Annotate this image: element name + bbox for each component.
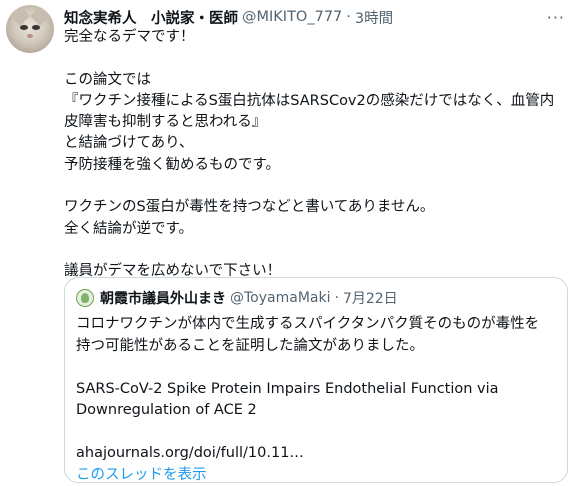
quoted-author-avatar (76, 289, 94, 307)
quoted-line: Downregulation of ACE 2 (76, 402, 257, 418)
separator-dot: · (346, 9, 351, 25)
quoted-tweet[interactable]: 朝霞市議員外山まき @ToyamaMaki · 7月22日 コロナワクチンが体内… (64, 277, 568, 483)
avatar-nose (27, 34, 33, 38)
tweet-line: ワクチンのS蛋白が毒性を持つなどと書いてありません。 (64, 199, 435, 216)
tweet-line: この論文では (64, 71, 151, 88)
tweet-line: 皮障害も抑制すると思われる』 (64, 114, 267, 131)
quoted-tweet-header: 朝霞市議員外山まき @ToyamaMaki · 7月22日 (76, 288, 398, 308)
tweet-line (64, 240, 574, 261)
tweet-line: 予防接種を強く勧めるものです。 (64, 156, 281, 173)
tweet-line (64, 48, 574, 69)
quoted-line: 持つ可能性があることを証明した論文がありました。 (76, 337, 424, 354)
avatar-eye-left (20, 25, 28, 30)
quoted-line: SARS-CoV-2 Spike Protein Impairs Endothe… (76, 380, 499, 397)
quoted-url-line[interactable]: ahajournals.org/doi/full/10.11… (76, 443, 561, 465)
tweet-body: 完全なるデマです！ この論文では 『ワクチン接種によるS蛋白抗体はSARSCov… (64, 27, 574, 283)
avatar-ear-left (10, 6, 30, 26)
quoted-author-handle: @ToyamaMaki (230, 290, 331, 306)
tweet-line (64, 176, 574, 197)
quoted-tweet-body: コロナワクチンが体内で生成するスパイクタンパク質そのものが毒性を 持つ可能性があ… (76, 314, 561, 486)
tweet-line: と結論づけてあり、 (64, 135, 194, 152)
author-handle[interactable]: @MIKITO_777 (242, 9, 342, 25)
tweet-line: 『ワクチン接種によるS蛋白抗体はSARSCov2の感染だけではなく、血管内 (64, 92, 555, 109)
avatar-eye-right (32, 25, 40, 30)
avatar-ear-right (30, 6, 50, 26)
tweet-timestamp[interactable]: 3時間 (355, 7, 393, 28)
quoted-line: コロナワクチンが体内で生成するスパイクタンパク質そのものが毒性を (76, 316, 540, 332)
tweet-line: 全く結論が逆です。 (64, 220, 194, 237)
author-avatar[interactable] (6, 5, 54, 53)
tweet-line: 完全なるデマです！ (64, 29, 195, 45)
more-horizontal-icon[interactable]: ··· (547, 8, 565, 27)
quoted-author-name: 朝霞市議員外山まき (100, 291, 226, 307)
quoted-line (76, 422, 561, 444)
tweet-header: 知念実希人 小説家・医師 @MIKITO_777 · 3時間 (64, 6, 547, 28)
quoted-tweet-date: 7月22日 (342, 291, 398, 307)
quoted-separator-dot: · (334, 290, 339, 306)
author-name[interactable]: 知念実希人 小説家・医師 (64, 7, 238, 28)
show-thread-link[interactable]: このスレッドを表示 (76, 465, 561, 486)
quoted-line (76, 357, 561, 379)
